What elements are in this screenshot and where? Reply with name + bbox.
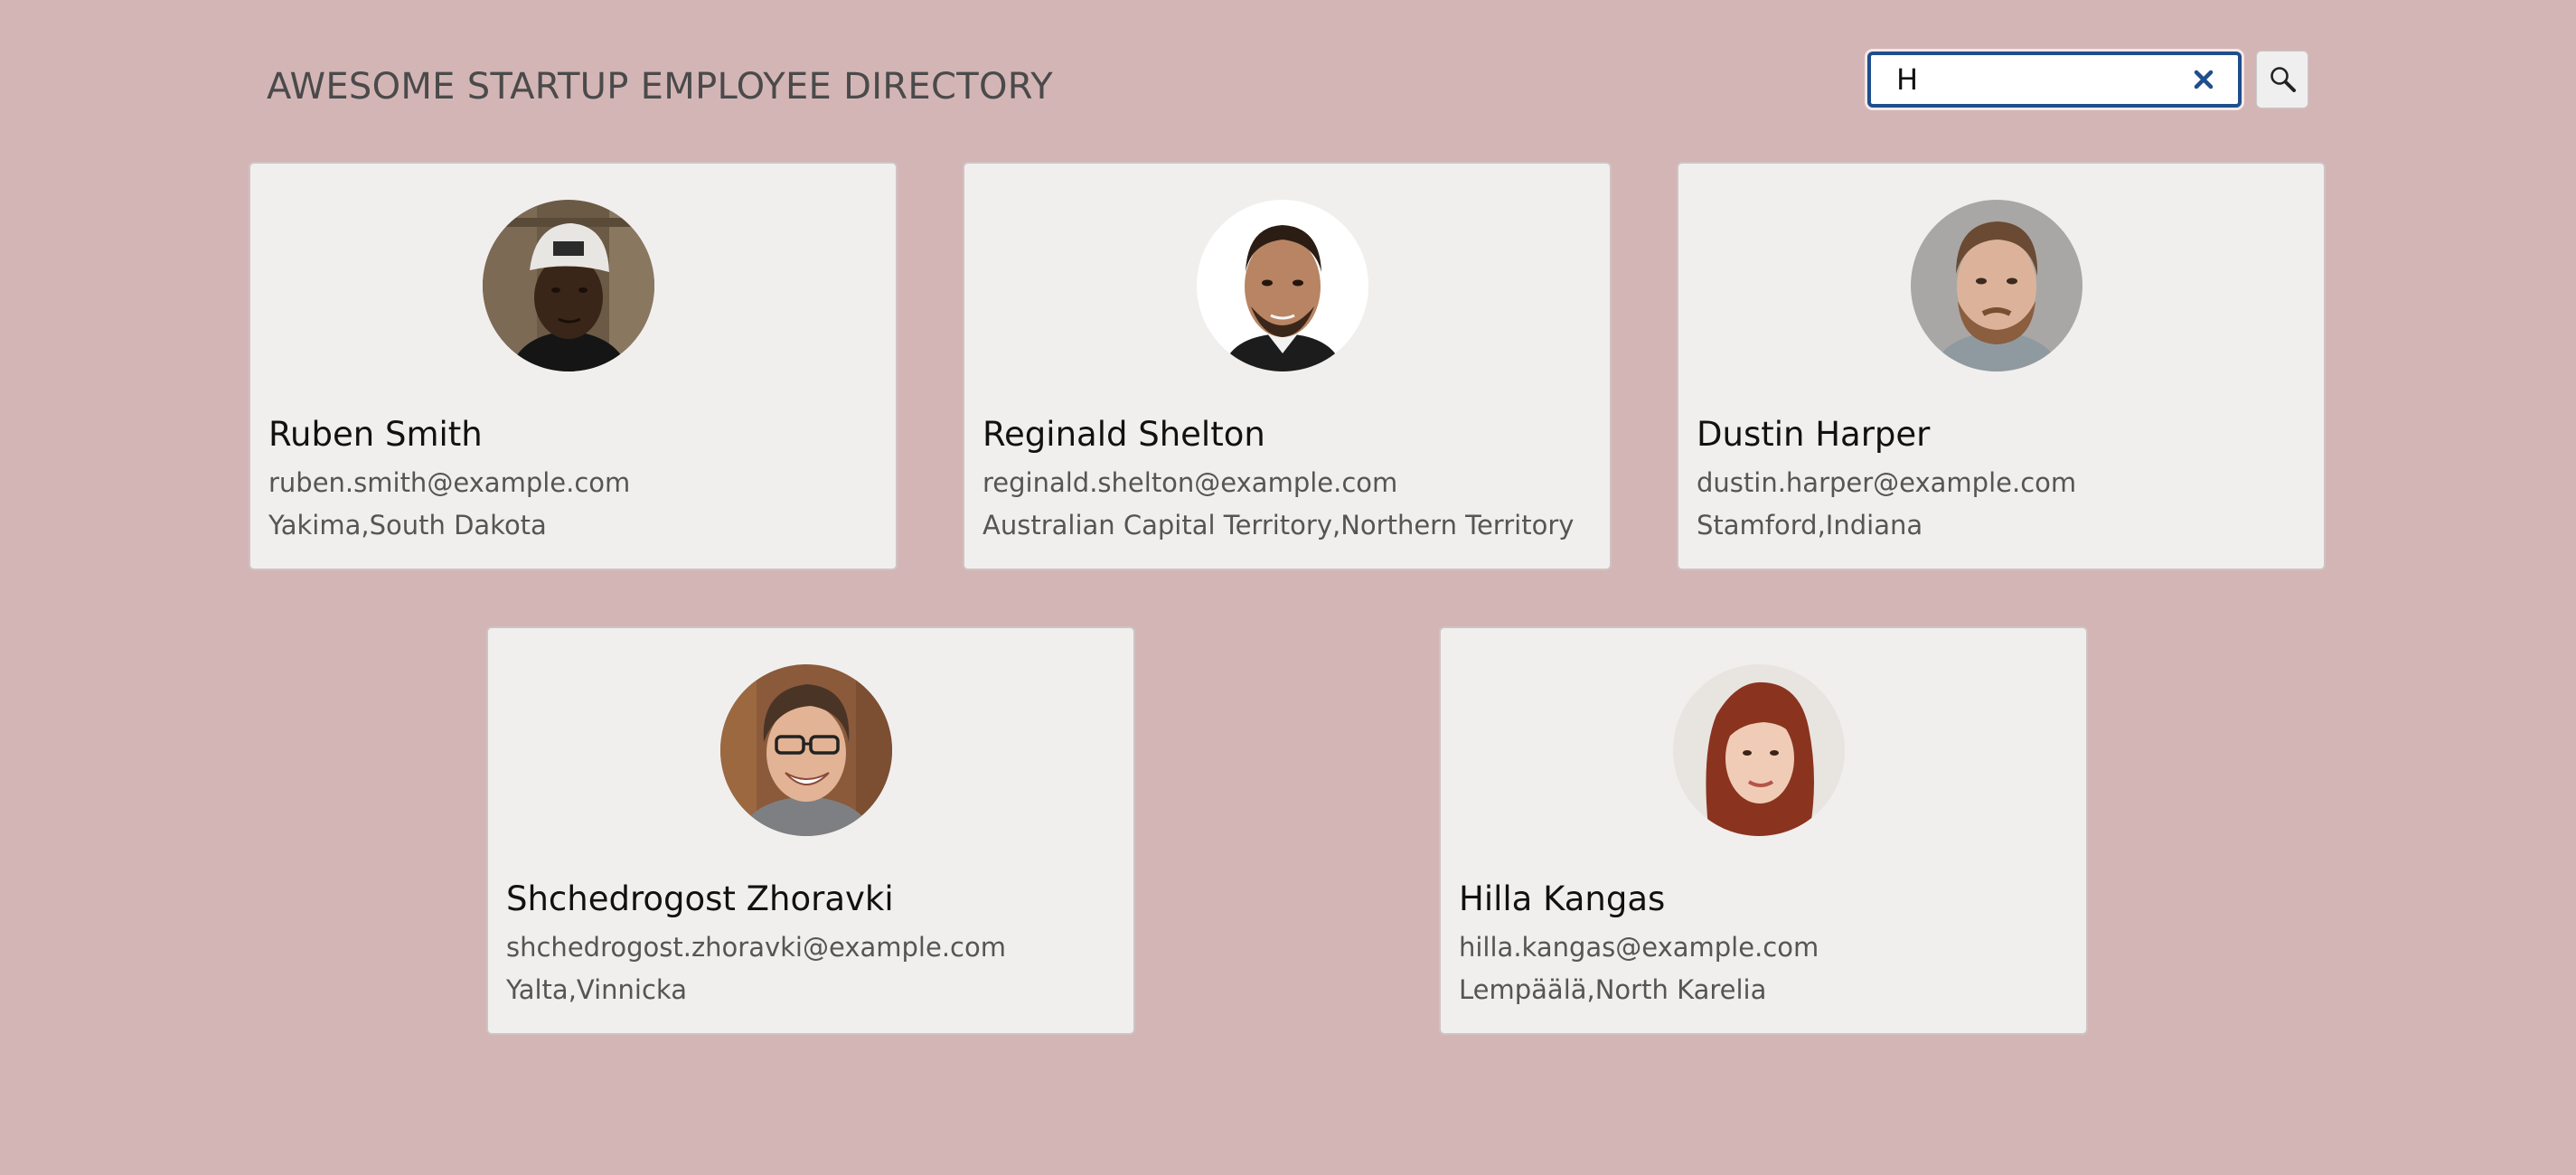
employee-name: Reginald Shelton — [982, 415, 1265, 454]
avatar — [1673, 664, 1845, 836]
employee-name: Dustin Harper — [1697, 415, 1931, 454]
employee-email: hilla.kangas@example.com — [1459, 932, 1819, 963]
avatar — [1197, 200, 1368, 371]
employee-email: dustin.harper@example.com — [1697, 467, 2077, 498]
employee-email: ruben.smith@example.com — [268, 467, 631, 498]
employee-email: reginald.shelton@example.com — [982, 467, 1398, 498]
employee-location: Australian Capital Territory,Northern Te… — [982, 510, 1575, 540]
employee-card[interactable]: Shchedrogost Zhoravki shchedrogost.zhora… — [486, 626, 1135, 1035]
employee-name: Hilla Kangas — [1459, 879, 1666, 918]
search-input[interactable] — [1896, 55, 2186, 104]
employee-location: Yakima,South Dakota — [268, 510, 547, 540]
employee-location: Yalta,Vinnicka — [506, 974, 687, 1005]
employee-name: Ruben Smith — [268, 415, 483, 454]
employee-card[interactable]: Hilla Kangas hilla.kangas@example.com Le… — [1439, 626, 2088, 1035]
close-icon[interactable] — [2191, 67, 2216, 92]
avatar — [720, 664, 892, 836]
search-box[interactable] — [1867, 52, 2242, 108]
avatar — [483, 200, 654, 371]
page-title: AWESOME STARTUP EMPLOYEE DIRECTORY — [267, 66, 1054, 108]
employee-card[interactable]: Ruben Smith ruben.smith@example.com Yaki… — [249, 162, 898, 570]
employee-location: Lempäälä,North Karelia — [1459, 974, 1767, 1005]
employee-location: Stamford,Indiana — [1697, 510, 1923, 540]
employee-card[interactable]: Reginald Shelton reginald.shelton@exampl… — [963, 162, 1612, 570]
employee-email: shchedrogost.zhoravki@example.com — [506, 932, 1006, 963]
employee-name: Shchedrogost Zhoravki — [506, 879, 894, 918]
avatar — [1911, 200, 2082, 371]
search-button[interactable] — [2256, 51, 2308, 108]
employee-card[interactable]: Dustin Harper dustin.harper@example.com … — [1677, 162, 2326, 570]
